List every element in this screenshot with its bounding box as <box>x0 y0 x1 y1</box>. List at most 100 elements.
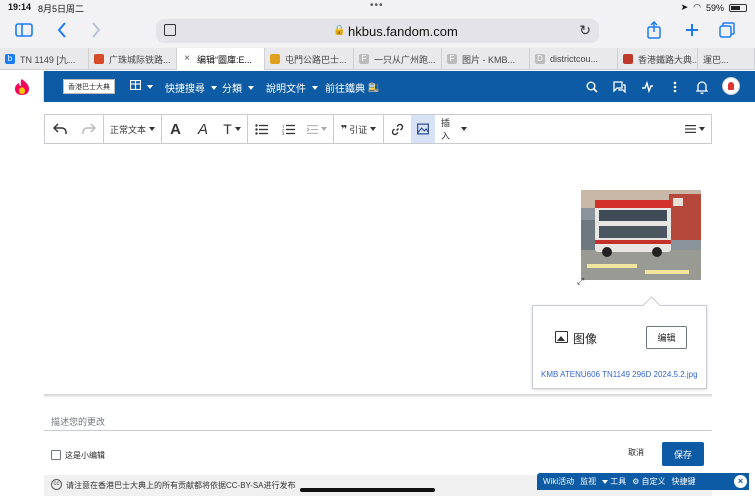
minor-edit-label: 这是小编辑 <box>65 451 105 460</box>
save-area-divider <box>44 394 712 398</box>
undo-button[interactable] <box>45 115 75 143</box>
more-vertical-icon[interactable] <box>666 78 684 96</box>
image-context-popup: 图像 编辑 KMB ATENU606 TN1149 296D 2024.5.2.… <box>532 305 707 389</box>
reader-icon[interactable] <box>164 24 176 36</box>
nav-label: 快捷搜尋 <box>165 84 205 95</box>
insert-dropdown[interactable]: 插入 <box>435 115 473 143</box>
discussions-icon[interactable] <box>610 78 628 96</box>
reload-icon[interactable]: ↻ <box>579 22 591 39</box>
minor-edit-checkbox[interactable] <box>51 450 61 460</box>
link-icon <box>391 123 404 135</box>
tab-strip: b TN 1149 [九... 广珠城际铁路... × 编辑“圖庫:E... 屯… <box>0 48 755 70</box>
page-options-dropdown[interactable] <box>679 115 711 143</box>
nav-quick-search[interactable]: 快捷搜尋 <box>165 80 217 95</box>
lock-icon: 🔒 <box>333 25 346 36</box>
image-filename-link[interactable]: KMB ATENU606 TN1149 296D 2024.5.2.jpg <box>541 370 698 379</box>
tab-overview-icon[interactable] <box>715 18 739 42</box>
edit-image-button[interactable]: 编辑 <box>646 326 687 349</box>
avatar[interactable] <box>722 77 740 95</box>
chevron-down-icon <box>370 127 377 131</box>
save-button[interactable]: 保存 <box>662 442 704 466</box>
wifi-icon: ◠ <box>693 2 701 12</box>
tab-guangzhu[interactable]: 广珠城际铁路... <box>89 48 177 70</box>
tab-edit-gallery[interactable]: × 编辑“圖庫:E... <box>177 48 265 70</box>
address-bar[interactable]: 🔒 hkbus.fandom.com ↻ <box>156 19 599 43</box>
nav-categories[interactable]: 分類 <box>222 80 254 95</box>
explore-menu[interactable] <box>129 79 153 93</box>
nav-label: 前往鐵典 <box>325 84 365 95</box>
battery-percent: 59% <box>705 2 724 13</box>
tab-tuen-mun-road[interactable]: 屯門公路巴士... <box>265 48 354 70</box>
bullet-list-icon <box>255 123 268 135</box>
bus-photo-thumbnail[interactable] <box>581 190 701 280</box>
bullet-list-button[interactable] <box>247 115 275 143</box>
redo-button[interactable] <box>75 115 103 143</box>
tab-favicon-icon: F <box>359 54 369 64</box>
close-icon[interactable]: × <box>734 475 747 488</box>
tab-label: districtcou... <box>550 54 599 64</box>
cancel-button[interactable]: 取消 <box>628 447 644 458</box>
tab-favicon-icon <box>623 54 633 64</box>
nav-rail-wiki[interactable]: 前往鐵典 🚉 <box>325 80 379 95</box>
tab-hk-rail[interactable]: 香港鐵路大典... <box>618 48 698 70</box>
gear-icon: ⚙ <box>632 477 640 486</box>
new-tab-icon[interactable] <box>680 18 704 42</box>
chevron-down-icon <box>248 85 254 90</box>
creative-commons-icon: cc <box>51 479 62 490</box>
status-time: 19:14 <box>8 2 32 12</box>
tab-tn1149[interactable]: b TN 1149 [九... <box>0 48 89 70</box>
text-style-dropdown[interactable]: T <box>217 115 247 143</box>
forward-icon[interactable] <box>84 18 108 42</box>
url-text: hkbus.fandom.com <box>348 24 458 39</box>
fandom-logo-icon[interactable] <box>14 78 30 96</box>
bus-photo-image <box>581 190 701 280</box>
paragraph-format-dropdown[interactable]: 正常文本 <box>103 115 161 143</box>
wiki-logo[interactable]: 香港巴士大典 <box>63 79 115 94</box>
indent-icon <box>307 124 318 134</box>
home-indicator[interactable] <box>300 488 435 492</box>
fandom-sidebar <box>0 71 44 102</box>
license-text: 请注意在香港巴士大典上的所有贡献都将依据CC-BY-SA进行发布 <box>66 481 296 490</box>
nav-label: 說明文件 <box>266 84 306 95</box>
bold-button[interactable]: A <box>161 115 189 143</box>
explore-icon <box>129 79 142 93</box>
tab-label: 图片 - KMB... <box>462 54 516 65</box>
italic-button[interactable]: A <box>189 115 217 143</box>
status-bar: 19:14 8月5日周二 ••• ➤ ◠ 59% <box>0 0 755 14</box>
search-icon[interactable] <box>583 78 601 96</box>
tools-dropdown[interactable]: 工具 <box>602 476 626 487</box>
sidebar-icon[interactable] <box>12 18 36 42</box>
tab-kmb-images[interactable]: F 图片 - KMB... <box>442 48 530 70</box>
wiki-header: 香港巴士大典 快捷搜尋 分類 說明文件 前往鐵典 🚉 <box>0 71 755 102</box>
image-button[interactable] <box>411 115 435 143</box>
activity-icon[interactable] <box>638 78 656 96</box>
tab-label: 運巴... <box>703 54 729 65</box>
numbered-list-button[interactable]: 123 <box>275 115 301 143</box>
indent-dropdown[interactable] <box>301 115 333 143</box>
customize-link[interactable]: ⚙ 自定义 <box>632 476 665 487</box>
menu-icon <box>685 125 696 133</box>
shortcuts-link[interactable]: 快捷键 <box>672 476 696 487</box>
numbered-list-icon: 123 <box>282 124 295 135</box>
resize-handle-icon[interactable]: ⤢ <box>577 276 584 287</box>
cite-dropdown[interactable]: ❞ 引证 <box>333 115 383 143</box>
wiki-activity-link[interactable]: Wiki活动 <box>543 476 574 487</box>
redo-icon <box>82 123 96 134</box>
share-icon[interactable] <box>642 18 666 42</box>
close-tab-icon[interactable]: × <box>182 54 192 64</box>
link-button[interactable] <box>383 115 411 143</box>
back-icon[interactable] <box>50 18 74 42</box>
nav-documentation[interactable]: 說明文件 <box>266 80 318 95</box>
battery-icon <box>729 3 747 12</box>
wiki-tools-bar: Wiki活动 监视 工具 ⚙ 自定义 快捷键 × <box>537 473 749 490</box>
multitask-dots[interactable]: ••• <box>370 0 384 11</box>
tab-district-council[interactable]: D districtcou... <box>530 48 618 70</box>
tab-bus-partial[interactable]: 運巴... <box>698 48 755 70</box>
tab-favicon-icon: b <box>5 54 15 64</box>
watch-link[interactable]: 监视 <box>580 476 596 487</box>
edit-summary-input[interactable]: 描述您的更改 <box>51 415 105 428</box>
notifications-icon[interactable] <box>693 78 711 96</box>
tab-guangzhou-bus[interactable]: F 一只从广州跑... <box>354 48 442 70</box>
chevron-down-icon <box>147 84 153 89</box>
italic-icon: A <box>197 120 208 138</box>
